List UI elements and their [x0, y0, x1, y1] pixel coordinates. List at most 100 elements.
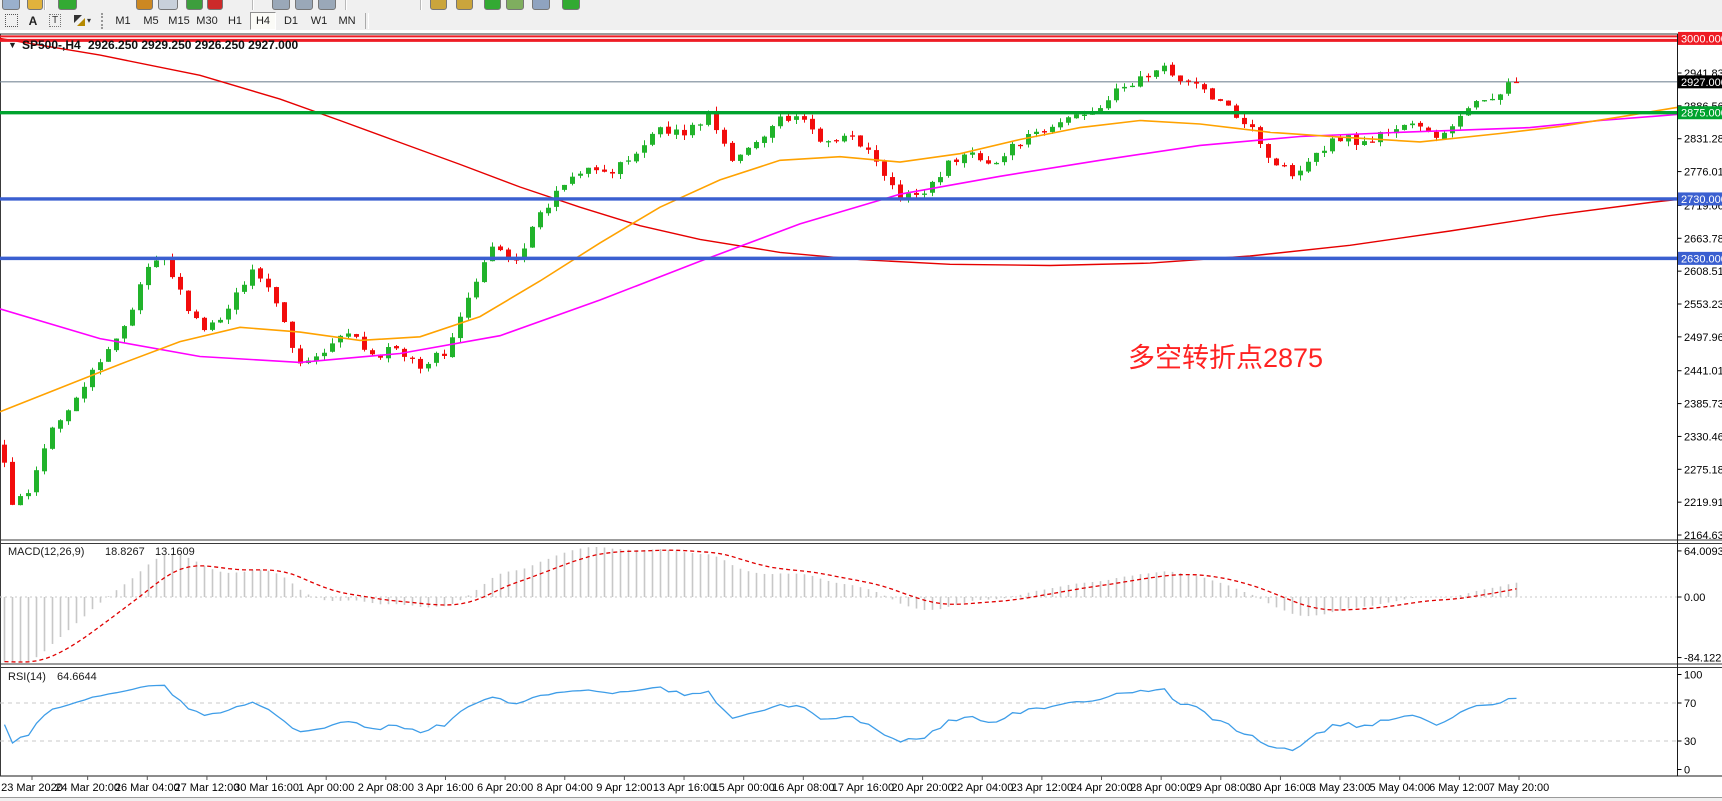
- timeframe-button-m1[interactable]: M1: [110, 12, 136, 30]
- rsi-value: 64.6644: [57, 671, 97, 683]
- rsi-pane[interactable]: 10070300: [0, 670, 1702, 777]
- svg-text:2730.000: 2730.000: [1681, 194, 1722, 206]
- svg-text:2608.510: 2608.510: [1684, 266, 1722, 278]
- add-indicator-icon[interactable]: [484, 0, 501, 10]
- svg-text:20 Apr 20:00: 20 Apr 20:00: [891, 782, 953, 794]
- svg-text:30 Mar 16:00: 30 Mar 16:00: [234, 782, 299, 794]
- draw-icon[interactable]: [456, 0, 473, 10]
- svg-text:0.00: 0.00: [1684, 592, 1705, 604]
- chevron-down-icon: ▾: [87, 16, 91, 25]
- toolbar-separator: [420, 0, 422, 10]
- timeframe-button-h1[interactable]: H1: [222, 12, 248, 30]
- a-glyph: A: [29, 14, 38, 28]
- arrow-styles-icon[interactable]: ▾: [67, 12, 97, 29]
- timeframe-button-w1[interactable]: W1: [306, 12, 332, 30]
- svg-text:15 Apr 00:00: 15 Apr 00:00: [712, 782, 774, 794]
- mt4-window: A T ▾ M1M5M15M30H1H4D1W1MN 2941.8352886.…: [0, 0, 1722, 801]
- text-label-icon[interactable]: T: [45, 12, 65, 29]
- svg-text:2219.910: 2219.910: [1684, 497, 1722, 509]
- templates-icon[interactable]: [532, 0, 550, 10]
- toolbar-separator: [365, 13, 369, 29]
- terminal-button-icon[interactable]: [158, 0, 178, 10]
- timeframe-button-d1[interactable]: D1: [278, 12, 304, 30]
- chart-annotation-text[interactable]: 多空转折点2875: [1128, 343, 1323, 373]
- ma-slow-red: [0, 38, 1677, 265]
- svg-text:0: 0: [1684, 765, 1690, 777]
- svg-text:23 Mar 2020: 23 Mar 2020: [1, 782, 63, 794]
- symbol-dropdown-icon[interactable]: ▼: [8, 40, 17, 50]
- svg-text:2385.735: 2385.735: [1684, 399, 1722, 411]
- time-axis[interactable]: 23 Mar 202024 Mar 20:0026 Mar 04:0027 Ma…: [1, 776, 1549, 794]
- autotrading-icon[interactable]: [186, 0, 203, 10]
- svg-text:64.0093: 64.0093: [1684, 546, 1722, 558]
- svg-text:13 Apr 16:00: 13 Apr 16:00: [653, 782, 715, 794]
- horizontal-price-lines[interactable]: [0, 36, 1677, 258]
- price-chart-svg[interactable]: 2941.8352886.5602831.2852776.0102719.060…: [0, 30, 1722, 801]
- svg-text:9 Apr 12:00: 9 Apr 12:00: [596, 782, 652, 794]
- toolbar-separator: [44, 0, 46, 10]
- svg-text:2 Apr 08:00: 2 Apr 08:00: [358, 782, 414, 794]
- toolbar-drag-handle[interactable]: [101, 13, 106, 29]
- svg-text:26 Mar 04:00: 26 Mar 04:00: [115, 782, 180, 794]
- symbol-title: SP500-,H4: [22, 38, 81, 52]
- chart-area[interactable]: 2941.8352886.5602831.2852776.0102719.060…: [0, 30, 1722, 801]
- svg-text:5 May 04:00: 5 May 04:00: [1369, 782, 1430, 794]
- price-axis[interactable]: 2941.8352886.5602831.2852776.0102719.060…: [1678, 32, 1722, 542]
- svg-text:2330.460: 2330.460: [1684, 431, 1722, 443]
- svg-text:6 Apr 20:00: 6 Apr 20:00: [477, 782, 533, 794]
- drawing-and-timeframe-toolbar: A T ▾ M1M5M15M30H1H4D1W1MN: [0, 11, 1722, 30]
- svg-text:2875.000: 2875.000: [1681, 108, 1722, 120]
- svg-text:30 Apr 16:00: 30 Apr 16:00: [1249, 782, 1311, 794]
- select-rect-icon[interactable]: [1, 12, 21, 29]
- svg-text:24 Apr 20:00: 24 Apr 20:00: [1070, 782, 1132, 794]
- crosshair-icon[interactable]: [430, 0, 447, 10]
- chart-window-icon[interactable]: [2, 0, 20, 10]
- stop-icon[interactable]: [207, 0, 223, 10]
- svg-text:3000.000: 3000.000: [1681, 33, 1722, 45]
- timeframe-button-mn[interactable]: MN: [334, 12, 360, 30]
- svg-text:2275.185: 2275.185: [1684, 464, 1722, 476]
- tile-vertical-icon[interactable]: [295, 0, 313, 10]
- toolbar-separator: [252, 0, 254, 10]
- toolbar-separator: [345, 0, 347, 10]
- arrow-label-icon[interactable]: A: [23, 12, 43, 29]
- svg-text:24 Mar 20:00: 24 Mar 20:00: [55, 782, 120, 794]
- svg-text:17 Apr 16:00: 17 Apr 16:00: [832, 782, 894, 794]
- svg-text:29 Apr 08:00: 29 Apr 08:00: [1190, 782, 1252, 794]
- svg-text:70: 70: [1684, 698, 1696, 710]
- zoom-icon[interactable]: [27, 0, 43, 10]
- svg-text:30: 30: [1684, 736, 1696, 748]
- tile-horizontal-icon[interactable]: [272, 0, 290, 10]
- plus-icon[interactable]: [562, 0, 580, 10]
- timeframe-button-m30[interactable]: M30: [194, 12, 220, 30]
- macd-signal-value: 13.1609: [155, 546, 195, 558]
- svg-text:3 Apr 16:00: 3 Apr 16:00: [417, 782, 473, 794]
- candles[interactable]: [2, 62, 1519, 505]
- svg-text:2630.000: 2630.000: [1681, 253, 1722, 265]
- grid-icon[interactable]: [506, 0, 524, 10]
- ohlc-readout: 2926.250 2929.250 2926.250 2927.000: [88, 38, 299, 52]
- rsi-label: RSI(14): [8, 671, 46, 683]
- svg-text:1 Apr 00:00: 1 Apr 00:00: [298, 782, 354, 794]
- macd-label: MACD(12,26,9): [8, 546, 84, 558]
- ma-mid-magenta: [0, 115, 1677, 363]
- svg-text:8 Apr 04:00: 8 Apr 04:00: [537, 782, 593, 794]
- timeframe-buttons: M1M5M15M30H1H4D1W1MN: [109, 12, 361, 30]
- timeframe-button-m5[interactable]: M5: [138, 12, 164, 30]
- svg-text:27 Mar 12:00: 27 Mar 12:00: [175, 782, 240, 794]
- cascade-icon[interactable]: [318, 0, 336, 10]
- navigator-icon[interactable]: [136, 0, 153, 10]
- timeframe-button-h4[interactable]: H4: [250, 12, 276, 30]
- new-order-icon[interactable]: [58, 0, 77, 10]
- svg-text:2441.010: 2441.010: [1684, 366, 1722, 378]
- svg-text:7 May 20:00: 7 May 20:00: [1489, 782, 1550, 794]
- macd-pane[interactable]: 64.0093 0.00 -84.122: [0, 546, 1722, 665]
- toolbar: A T ▾ M1M5M15M30H1H4D1W1MN: [0, 0, 1722, 31]
- timeframe-button-m15[interactable]: M15: [166, 12, 192, 30]
- svg-text:16 Apr 08:00: 16 Apr 08:00: [772, 782, 834, 794]
- macd-main-value: 18.8267: [105, 546, 145, 558]
- t-glyph: T: [49, 14, 61, 27]
- svg-text:-84.122: -84.122: [1684, 653, 1721, 665]
- svg-text:3 May 23:00: 3 May 23:00: [1310, 782, 1371, 794]
- svg-text:2663.785: 2663.785: [1684, 233, 1722, 245]
